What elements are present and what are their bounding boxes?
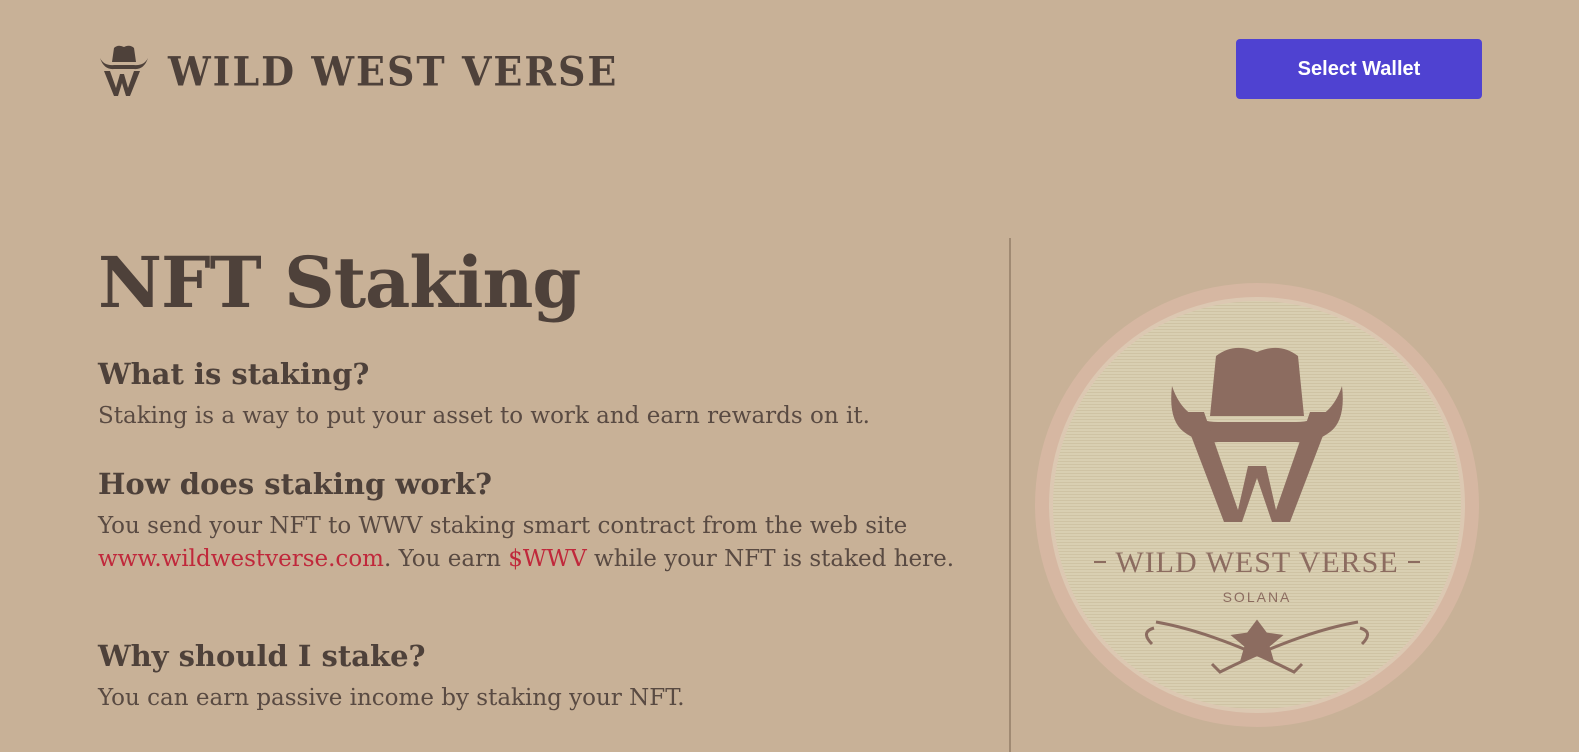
why-stake-text: You can earn passive income by staking y… <box>98 685 685 711</box>
what-is-staking-heading: What is staking? <box>98 357 370 391</box>
how-staking-works-text: You send your NFT to WWV staking smart c… <box>98 510 958 576</box>
how-staking-works-heading: How does staking work? <box>98 467 493 501</box>
select-wallet-button[interactable]: Select Wallet <box>1236 39 1482 99</box>
site-header: WILD WEST VERSE Select Wallet <box>0 0 1579 140</box>
vertical-divider <box>1009 238 1011 752</box>
emblem-brand-name: WILD WEST VERSE <box>1115 546 1398 579</box>
staking-info: NFT Staking What is staking? Staking is … <box>98 240 978 711</box>
token-symbol: $WWV <box>508 546 587 572</box>
emblem-hat-icon <box>1210 347 1304 416</box>
how-staking-works-text-part2: . You earn <box>383 546 509 572</box>
brand-name: WILD WEST VERSE <box>168 47 619 95</box>
what-is-staking-text: Staking is a way to put your asset to wo… <box>98 403 870 429</box>
cowboy-hat-logo-icon <box>100 45 148 96</box>
emblem-subtitle: SOLANA <box>1223 589 1292 605</box>
how-staking-works-text-part1: You send your NFT to WWV staking smart c… <box>98 513 908 539</box>
how-staking-works-text-part3: while your NFT is staked here. <box>586 546 955 572</box>
page-title: NFT Staking <box>98 241 581 324</box>
why-stake-heading: Why should I stake? <box>98 639 426 673</box>
brand-logo[interactable]: WILD WEST VERSE <box>98 44 618 98</box>
website-link[interactable]: www.wildwestverse.com <box>98 546 384 572</box>
wild-west-verse-emblem: WILD WEST VERSE SOLANA <box>1035 283 1479 727</box>
